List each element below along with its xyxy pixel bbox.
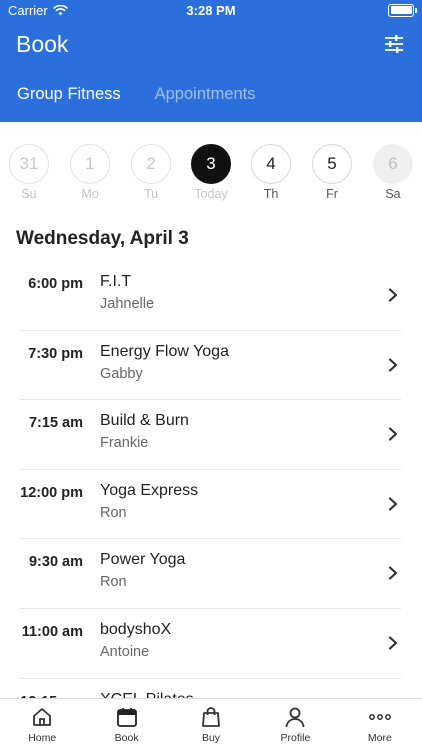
class-time: 7:30 pm — [28, 345, 83, 362]
class-time: 12:00 pm — [20, 484, 83, 501]
day-friday[interactable]: 5 Fr — [310, 140, 354, 201]
page-title: Book — [16, 30, 69, 57]
tabbar-label: More — [367, 732, 392, 744]
day-tuesday[interactable]: 2 Tu — [129, 140, 173, 201]
day-label: Th — [263, 187, 279, 201]
day-saturday[interactable]: 6 Sa — [371, 140, 415, 201]
chevron-right-icon — [388, 357, 398, 372]
class-name: Power Yoga — [100, 551, 186, 569]
class-row[interactable]: 7:30 pm Energy Flow Yoga Gabby — [0, 331, 422, 401]
class-name: Yoga Express — [100, 481, 199, 499]
tabbar-label: Buy — [201, 732, 221, 744]
class-instructor: Antoine — [100, 643, 150, 660]
day-number: 3 — [191, 144, 231, 184]
tab-group-fitness[interactable]: Group Fitness — [17, 85, 121, 104]
tabbar-buy[interactable]: Buy — [169, 699, 253, 750]
header: Carrier 3:28 PM Book Group Fitness Appoi… — [0, 0, 422, 122]
class-list: 6:00 pm F.I.T Jahnelle 7:30 pm Energy Fl… — [0, 261, 422, 748]
day-label: Su — [21, 187, 37, 201]
calendar-icon — [116, 708, 137, 727]
tabbar-label: Profile — [280, 732, 311, 744]
sliders-icon — [385, 35, 403, 53]
class-name: Build & Burn — [100, 412, 189, 430]
tabbar-label: Home — [28, 732, 57, 744]
status-bar: Carrier 3:28 PM — [0, 0, 422, 20]
class-instructor: Ron — [100, 574, 127, 591]
class-row[interactable]: 6:00 pm F.I.T Jahnelle — [0, 261, 422, 331]
home-icon — [33, 708, 52, 726]
day-number: 6 — [373, 144, 413, 184]
class-row[interactable]: 7:15 am Build & Burn Frankie — [0, 400, 422, 470]
week-strip: 31 Su 1 Mo 2 Tu 3 Today 4 Th 5 Fr 6 Sa — [0, 140, 422, 210]
class-row[interactable]: 12:00 pm Yoga Express Ron — [0, 470, 422, 540]
tabbar-profile[interactable]: Profile — [253, 699, 337, 750]
day-label: Today — [194, 187, 228, 201]
tabbar-home[interactable]: Home — [0, 699, 84, 750]
day-number: 31 — [9, 144, 49, 184]
class-instructor: Gabby — [100, 365, 143, 382]
chevron-right-icon — [388, 636, 398, 650]
status-time: 3:28 PM — [186, 2, 236, 18]
class-time: 9:30 am — [28, 554, 83, 571]
date-heading: Wednesday, April 3 — [16, 228, 189, 249]
day-number: 5 — [312, 144, 352, 184]
chevron-right-icon — [388, 427, 398, 441]
day-number: 2 — [131, 144, 171, 184]
bottom-tab-bar: Home Book Buy Profile More — [0, 698, 422, 750]
class-name: Energy Flow Yoga — [100, 342, 229, 360]
chevron-right-icon — [388, 497, 398, 511]
day-number: 4 — [251, 144, 291, 184]
class-instructor: Ron — [100, 504, 127, 521]
class-name: bodyshoX — [100, 620, 172, 638]
class-time: 7:15 am — [28, 415, 83, 432]
day-label: Sa — [385, 187, 401, 201]
tabbar-label: Book — [114, 732, 139, 744]
bag-icon — [202, 707, 220, 727]
day-label: Fr — [326, 187, 338, 201]
class-instructor: Jahnelle — [100, 296, 155, 312]
day-number: 1 — [70, 144, 110, 184]
tab-appointments[interactable]: Appointments — [155, 85, 256, 104]
day-thursday[interactable]: 4 Th — [249, 140, 293, 201]
tabbar-book[interactable]: Book — [84, 699, 168, 750]
class-time: 11:00 am — [21, 623, 83, 640]
class-row[interactable]: 9:30 am Power Yoga Ron — [0, 539, 422, 609]
day-monday[interactable]: 1 Mo — [68, 140, 112, 201]
day-today[interactable]: 3 Today — [189, 140, 233, 201]
day-sunday[interactable]: 31 Su — [7, 140, 51, 201]
day-label: Tu — [143, 187, 159, 201]
class-row[interactable]: 11:00 am bodyshoX Antoine — [0, 609, 422, 679]
person-icon — [286, 707, 305, 728]
class-instructor: Frankie — [100, 435, 149, 452]
tabbar-more[interactable]: More — [338, 699, 422, 750]
chevron-right-icon — [388, 566, 398, 580]
segment-tabs: Group Fitness Appointments — [0, 66, 422, 122]
day-label: Mo — [81, 187, 99, 201]
filter-button[interactable] — [382, 32, 406, 56]
class-time: 6:00 pm — [28, 276, 83, 292]
class-name: F.I.T — [100, 273, 132, 290]
ellipsis-icon — [368, 714, 391, 720]
chevron-right-icon — [388, 288, 398, 302]
battery-icon — [388, 3, 417, 17]
